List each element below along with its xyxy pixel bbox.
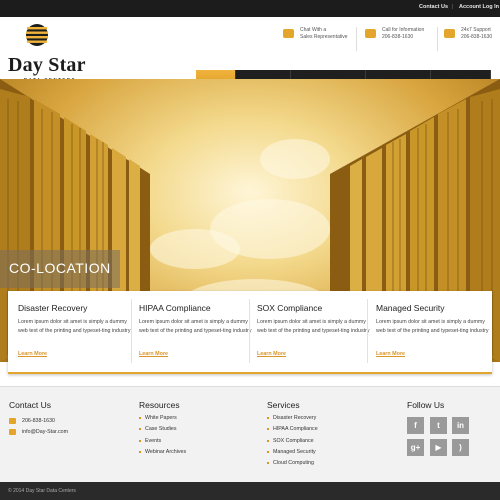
footer-services-list: Disaster Recovery HIPAA Compliance SOX C… bbox=[267, 415, 318, 471]
footer-link[interactable]: White Papers bbox=[139, 415, 186, 426]
phone-icon bbox=[9, 418, 16, 424]
footer-resources-title: Resources bbox=[139, 400, 180, 410]
footer-resources-list: White Papers Case Studies Events Webinar… bbox=[139, 415, 186, 460]
chat-line1: Chat With a bbox=[300, 27, 327, 33]
site-footer: Contact Us 206-838-1630 info@Day-Star.co… bbox=[0, 386, 500, 482]
chat-line2: Sales Representative bbox=[300, 34, 348, 40]
footer-link[interactable]: Case Studies bbox=[139, 426, 186, 437]
hero-caption: CO-LOCATION bbox=[0, 250, 120, 288]
feature-title: SOX Compliance bbox=[257, 303, 323, 313]
top-bar: Contact Us | Account Log In bbox=[0, 0, 500, 17]
footer-link[interactable]: Cloud Computing bbox=[267, 460, 318, 471]
sun-logo-icon[interactable] bbox=[26, 21, 48, 55]
feature-disaster-recovery: Disaster Recovery Lorem ipsum dolor sit … bbox=[18, 291, 134, 371]
footer-phone-text: 206-838-1630 bbox=[22, 418, 55, 424]
feature-sox-compliance: SOX Compliance Lorem ipsum dolor sit ame… bbox=[257, 291, 373, 371]
rss-icon[interactable]: ) bbox=[452, 439, 469, 456]
email-icon bbox=[9, 429, 16, 435]
copyright-bar: © 2014 Day Star Data Centers bbox=[0, 482, 500, 500]
footer-link[interactable]: SOX Compliance bbox=[267, 438, 318, 449]
twitter-icon[interactable]: t bbox=[430, 417, 447, 434]
footer-follow-title: Follow Us bbox=[407, 400, 445, 410]
feature-text: Lorem ipsum dolor sit amet is simply a d… bbox=[139, 319, 252, 334]
footer-link[interactable]: Disaster Recovery bbox=[267, 415, 318, 426]
feature-text: Lorem ipsum dolor sit amet is simply a d… bbox=[376, 319, 489, 334]
cloud-shape bbox=[260, 139, 330, 179]
youtube-icon[interactable]: ▶ bbox=[430, 439, 447, 456]
learn-more-link[interactable]: Learn More bbox=[139, 351, 168, 357]
footer-link[interactable]: Webinar Archives bbox=[139, 449, 186, 460]
footer-link[interactable]: Managed Security bbox=[267, 449, 318, 460]
feature-divider bbox=[367, 299, 368, 363]
hero-caption-text: CO-LOCATION bbox=[9, 260, 111, 276]
feature-title: Disaster Recovery bbox=[18, 303, 88, 313]
linkedin-icon[interactable]: in bbox=[452, 417, 469, 434]
feature-panel: Disaster Recovery Lorem ipsum dolor sit … bbox=[8, 291, 492, 374]
cloud-shape bbox=[210, 199, 330, 259]
googleplus-icon[interactable]: g+ bbox=[407, 439, 424, 456]
facebook-icon[interactable]: f bbox=[407, 417, 424, 434]
chat-icon bbox=[283, 29, 294, 38]
feature-divider bbox=[131, 299, 132, 363]
learn-more-link[interactable]: Learn More bbox=[257, 351, 286, 357]
copyright-text: © 2014 Day Star Data Centers bbox=[8, 488, 76, 494]
footer-services-title: Services bbox=[267, 400, 300, 410]
account-login-link[interactable]: Account Log In bbox=[459, 4, 499, 10]
call-line2: 206-838-1630 bbox=[382, 34, 414, 40]
support-icon bbox=[444, 29, 455, 38]
feature-divider bbox=[249, 299, 250, 363]
learn-more-link[interactable]: Learn More bbox=[18, 351, 47, 357]
footer-email-text[interactable]: info@Day-Star.com bbox=[22, 429, 68, 435]
feature-text: Lorem ipsum dolor sit amet is simply a d… bbox=[257, 319, 370, 334]
contact-us-link[interactable]: Contact Us bbox=[419, 4, 448, 10]
feature-title: Managed Security bbox=[376, 303, 445, 313]
learn-more-link[interactable]: Learn More bbox=[376, 351, 405, 357]
header-divider bbox=[437, 27, 438, 51]
support-line2: 206-838-1630 bbox=[461, 34, 493, 40]
feature-title: HIPAA Compliance bbox=[139, 303, 211, 313]
footer-contact-title: Contact Us bbox=[9, 400, 52, 410]
brand-name[interactable]: Day Star bbox=[8, 54, 86, 77]
top-bar-separator: | bbox=[452, 4, 454, 10]
support-line1: 24x7 Support bbox=[461, 27, 491, 33]
call-line1: Call for Information bbox=[382, 27, 425, 33]
footer-link[interactable]: Events bbox=[139, 438, 186, 449]
feature-managed-security: Managed Security Lorem ipsum dolor sit a… bbox=[376, 291, 492, 371]
site-header: Day Star DATA CENTERS Chat With a Sales … bbox=[0, 17, 500, 95]
footer-link[interactable]: HIPAA Compliance bbox=[267, 426, 318, 437]
phone-icon bbox=[365, 29, 376, 38]
feature-hipaa-compliance: HIPAA Compliance Lorem ipsum dolor sit a… bbox=[139, 291, 255, 371]
feature-text: Lorem ipsum dolor sit amet is simply a d… bbox=[18, 319, 131, 334]
header-divider bbox=[356, 27, 357, 51]
